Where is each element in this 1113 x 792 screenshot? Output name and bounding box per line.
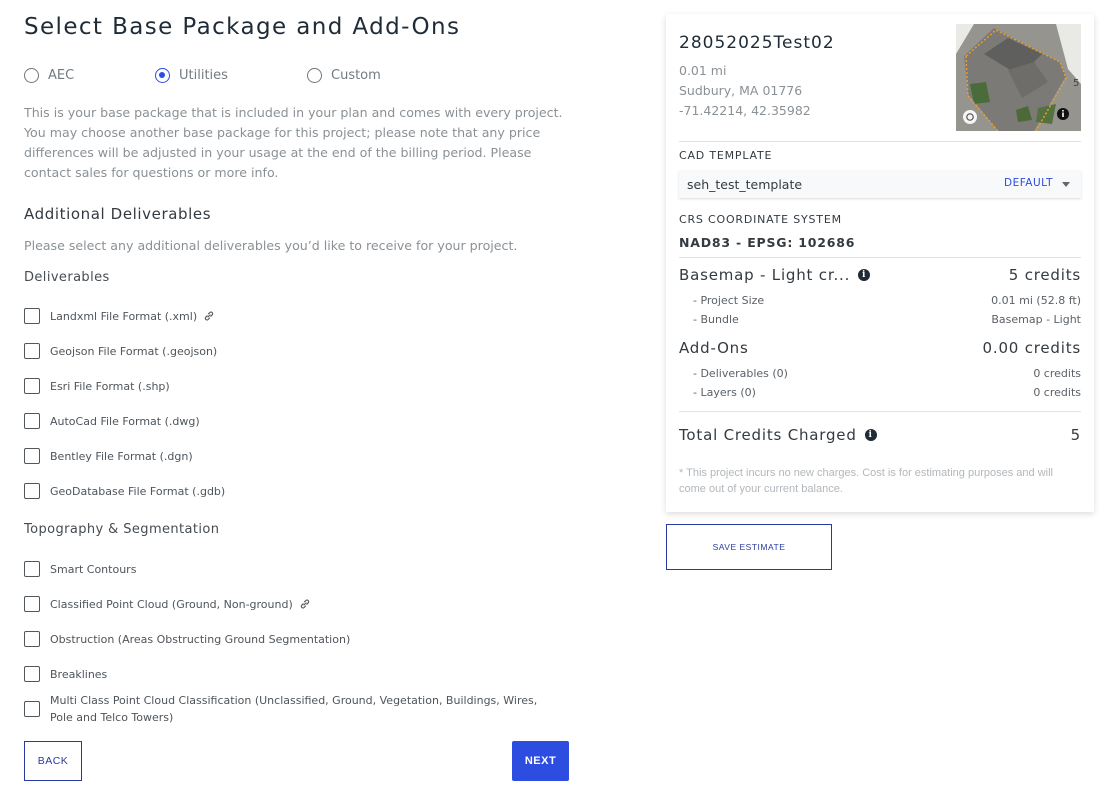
chevron-down-icon xyxy=(1062,182,1070,187)
estimate-footnote: * This project incurs no new charges. Co… xyxy=(679,467,1053,495)
checkbox-multi-class-point-cloud[interactable]: Multi Class Point Cloud Classification (… xyxy=(24,692,550,726)
checkbox[interactable] xyxy=(24,561,40,577)
addons-deliverables-row: - Deliverables (0) 0 credits xyxy=(693,367,1081,380)
divider xyxy=(679,257,1081,258)
crs-label: CRS COORDINATE SYSTEM xyxy=(679,213,842,226)
radio-label: AEC xyxy=(48,68,75,83)
radio-circle xyxy=(307,68,322,83)
default-tag: DEFAULT xyxy=(1004,177,1053,189)
checkbox[interactable] xyxy=(24,483,40,499)
row-label: - Project Size xyxy=(693,294,765,307)
total-credits-line: Total Credits Charged i 5 xyxy=(679,426,1081,444)
row-value: 0 credits xyxy=(1033,367,1081,380)
checkbox[interactable] xyxy=(24,701,40,717)
checkbox-label: Landxml File Format (.xml) xyxy=(50,308,215,327)
checkbox[interactable] xyxy=(24,596,40,612)
checkbox-label: Obstruction (Areas Obstructing Ground Se… xyxy=(50,633,351,646)
checkbox-label: Smart Contours xyxy=(50,563,137,576)
total-credits-label: Total Credits Charged xyxy=(679,426,857,444)
row-label: - Layers (0) xyxy=(693,386,756,399)
checkbox-label: Classified Point Cloud (Ground, Non-grou… xyxy=(50,596,311,615)
row-label: - Bundle xyxy=(693,313,739,326)
checkbox-label: Breaklines xyxy=(50,668,108,681)
checkbox[interactable] xyxy=(24,631,40,647)
project-summary-card: 28052025Test02 0.01 mi Sudbury, MA 01776… xyxy=(666,14,1094,512)
link-icon[interactable] xyxy=(299,598,311,615)
divider xyxy=(679,141,1081,142)
basemap-credits: 5 credits xyxy=(1008,266,1081,284)
map-edge-label: 5 xyxy=(1073,78,1080,89)
layers-toggle-icon[interactable] xyxy=(956,110,984,126)
checkbox-breaklines[interactable]: Breaklines xyxy=(24,666,107,683)
basemap-project-size-row: - Project Size 0.01 mi (52.8 ft) xyxy=(693,294,1081,307)
cad-template-select[interactable]: seh_test_template DEFAULT xyxy=(679,170,1081,198)
addons-line: Add-Ons 0.00 credits xyxy=(679,339,1081,357)
row-value: Basemap - Light xyxy=(991,313,1081,326)
checkbox[interactable] xyxy=(24,448,40,464)
checkbox[interactable] xyxy=(24,666,40,682)
info-icon[interactable]: i xyxy=(864,429,877,441)
base-package-description: This is your base package that is includ… xyxy=(24,105,563,180)
checkbox[interactable] xyxy=(24,378,40,394)
checkbox-bentley[interactable]: Bentley File Format (.dgn) xyxy=(24,448,193,465)
checkbox-label: AutoCad File Format (.dwg) xyxy=(50,415,200,428)
radio-circle-selected xyxy=(155,68,170,83)
row-label: - Deliverables (0) xyxy=(693,367,788,380)
radio-aec[interactable]: AEC xyxy=(24,68,74,83)
divider xyxy=(679,411,1081,412)
link-icon[interactable] xyxy=(203,310,215,327)
deliverables-heading: Deliverables xyxy=(24,270,110,285)
cad-template-label: CAD TEMPLATE xyxy=(679,149,773,162)
checkbox-label: Esri File Format (.shp) xyxy=(50,380,170,393)
checkbox-label: Bentley File Format (.dgn) xyxy=(50,450,193,463)
checkbox-esri[interactable]: Esri File Format (.shp) xyxy=(24,378,170,395)
save-estimate-button[interactable]: SAVE ESTIMATE xyxy=(666,524,832,570)
radio-label: Custom xyxy=(331,68,381,83)
additional-deliverables-heading: Additional Deliverables xyxy=(24,205,212,223)
checkbox-label: Multi Class Point Cloud Classification (… xyxy=(50,694,538,724)
total-credits-value: 5 xyxy=(1070,426,1081,444)
page-title: Select Base Package and Add-Ons xyxy=(24,14,461,40)
radio-label: Utilities xyxy=(179,68,228,83)
addons-layers-row: - Layers (0) 0 credits xyxy=(693,386,1081,399)
checkbox-label: GeoDatabase File Format (.gdb) xyxy=(50,485,226,498)
project-name: 28052025Test02 xyxy=(679,33,835,53)
checkbox[interactable] xyxy=(24,413,40,429)
additional-deliverables-instructions: Please select any additional deliverable… xyxy=(24,238,518,253)
checkbox-classified-point-cloud[interactable]: Classified Point Cloud (Ground, Non-grou… xyxy=(24,596,311,615)
next-button[interactable]: NEXT xyxy=(512,741,569,781)
info-icon[interactable]: i xyxy=(858,269,871,281)
addons-label: Add-Ons xyxy=(679,339,749,357)
project-coordinates: -71.42214, 42.35982 xyxy=(679,103,811,118)
checkbox-geodatabase[interactable]: GeoDatabase File Format (.gdb) xyxy=(24,483,225,500)
row-value: 0.01 mi (52.8 ft) xyxy=(991,294,1081,307)
basemap-label: Basemap - Light cr... xyxy=(679,266,851,284)
radio-circle xyxy=(24,68,39,83)
checkbox-geojson[interactable]: Geojson File Format (.geojson) xyxy=(24,343,217,360)
checkbox-smart-contours[interactable]: Smart Contours xyxy=(24,561,136,578)
checkbox[interactable] xyxy=(24,308,40,324)
crs-value: NAD83 - EPSG: 102686 xyxy=(679,235,856,250)
back-button[interactable]: BACK xyxy=(24,741,82,781)
topography-heading: Topography & Segmentation xyxy=(24,522,220,537)
basemap-bundle-row: - Bundle Basemap - Light xyxy=(693,313,1081,326)
checkbox-label: Geojson File Format (.geojson) xyxy=(50,345,218,358)
project-map-thumbnail[interactable]: 5 xyxy=(956,24,1081,131)
project-distance: 0.01 mi xyxy=(679,63,727,78)
checkbox-autocad[interactable]: AutoCad File Format (.dwg) xyxy=(24,413,200,430)
checkbox-obstruction[interactable]: Obstruction (Areas Obstructing Ground Se… xyxy=(24,631,350,648)
addons-credits: 0.00 credits xyxy=(982,339,1081,357)
radio-custom[interactable]: Custom xyxy=(307,68,381,83)
radio-utilities[interactable]: Utilities xyxy=(155,68,228,83)
row-value: 0 credits xyxy=(1033,386,1081,399)
basemap-line: Basemap - Light cr... i 5 credits xyxy=(679,266,1081,284)
checkbox-landxml[interactable]: Landxml File Format (.xml) xyxy=(24,308,215,327)
checkbox[interactable] xyxy=(24,343,40,359)
project-location: Sudbury, MA 01776 xyxy=(679,83,803,98)
map-info-icon[interactable] xyxy=(1055,106,1071,122)
cad-template-value: seh_test_template xyxy=(687,177,803,192)
